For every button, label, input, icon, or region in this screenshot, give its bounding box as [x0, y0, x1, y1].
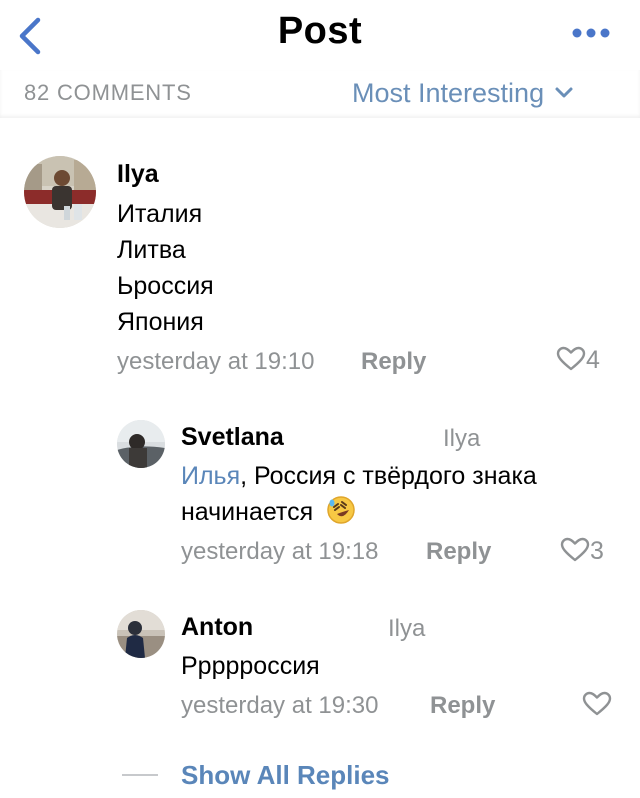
sort-label: Most Interesting: [352, 78, 545, 108]
heart-icon: [560, 538, 590, 562]
rofl-emoji: [326, 495, 356, 525]
comment-line: Италия: [117, 200, 203, 228]
reply-timestamp: yesterday at 19:30: [181, 692, 379, 719]
mention-link[interactable]: Илья: [181, 462, 240, 490]
comment-line: Литва: [117, 236, 186, 264]
reply-to-name[interactable]: Ilya: [388, 615, 425, 643]
more-button[interactable]: [568, 18, 614, 48]
show-all-replies-button[interactable]: Show All Replies: [181, 760, 390, 791]
avatar[interactable]: [117, 610, 165, 658]
page-title: Post: [277, 10, 363, 52]
comment-text: Италия Литва Ьроссия Япония: [117, 196, 214, 340]
reply-author[interactable]: Svetlana: [181, 423, 284, 452]
more-horizontal-icon: [572, 28, 610, 38]
avatar-photo: [117, 610, 165, 658]
rofl-emoji-icon: [327, 496, 355, 525]
thread-divider: [122, 774, 158, 776]
comment-timestamp: yesterday at 19:10: [117, 348, 315, 375]
reply-timestamp: yesterday at 19:18: [181, 538, 379, 565]
like-count: 3: [590, 537, 604, 565]
reply-text: Илья, Россия с твёрдого знака начинается: [181, 458, 621, 530]
reply-line: начинается: [181, 494, 621, 530]
reply-to-name[interactable]: Ilya: [443, 425, 480, 453]
like-count: 4: [586, 346, 600, 374]
chevron-down-icon: [555, 87, 573, 98]
reply-text-part: , Россия с твёрдого знака: [240, 462, 537, 490]
heart-icon: [556, 347, 586, 371]
reply-button[interactable]: Reply: [430, 692, 495, 720]
reply-text: Ррррроссия: [181, 652, 320, 680]
comment-line: Япония: [117, 308, 204, 336]
sort-dropdown[interactable]: Most Interesting: [352, 78, 574, 109]
comment-author[interactable]: Ilya: [117, 160, 159, 189]
like-button[interactable]: [582, 691, 612, 720]
like-button[interactable]: 3: [560, 537, 604, 566]
avatar-photo: [24, 156, 96, 228]
heart-icon: [582, 692, 612, 716]
comment-line: Ьроссия: [117, 272, 214, 300]
avatar[interactable]: [24, 156, 96, 228]
reply-text-part: начинается: [181, 498, 314, 526]
like-button[interactable]: 4: [556, 346, 600, 375]
avatar[interactable]: [117, 420, 165, 468]
reply-author[interactable]: Anton: [181, 613, 253, 642]
reply-line: Илья, Россия с твёрдого знака: [181, 458, 621, 494]
avatar-photo: [117, 420, 165, 468]
comments-count: 82 COMMENTS: [24, 80, 192, 105]
reply-button[interactable]: Reply: [426, 538, 491, 566]
reply-button[interactable]: Reply: [361, 348, 426, 376]
